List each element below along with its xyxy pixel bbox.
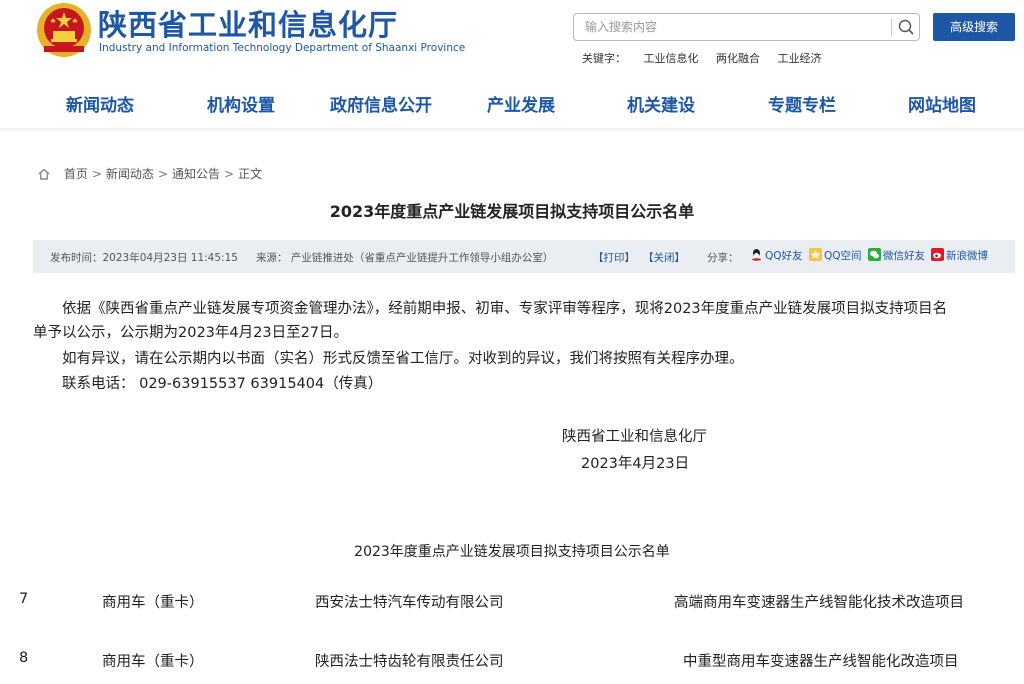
industry-chain: 商用车（重卡）: [102, 595, 204, 611]
contact-phone: 联系电话： 029-63915537 63915404（传真）: [62, 376, 383, 392]
breadcrumb: 首页 > 新闻动态 > 通知公告 > 正文: [38, 165, 262, 182]
wechat-icon: [868, 248, 881, 261]
search-box: [573, 13, 920, 41]
share-weibo-label: 新浪微博: [946, 250, 988, 262]
nav-item-sitemap[interactable]: 网站地图: [908, 91, 976, 116]
keyword-link[interactable]: 两化融合: [716, 52, 760, 65]
nav-divider: [0, 128, 1024, 134]
keyword-link[interactable]: 工业经济: [778, 52, 822, 65]
nav-item-topics[interactable]: 专题专栏: [768, 91, 836, 116]
advanced-search-button[interactable]: 高级搜索: [933, 13, 1015, 41]
row-number: 7: [19, 591, 29, 607]
company-name: 陕西法士特齿轮有限责任公司: [315, 654, 504, 670]
home-icon: [38, 168, 50, 180]
print-link[interactable]: 【打印】: [593, 250, 635, 265]
share-qq-friend[interactable]: QQ好友: [750, 248, 803, 264]
main-nav: 新闻动态 机构设置 政府信息公开 产业发展 机关建设 专题专栏 网站地图: [0, 88, 1024, 129]
row-number: 8: [19, 650, 29, 666]
qzone-icon: [809, 248, 822, 261]
project-name: 中重型商用车变速器生产线智能化改造项目: [683, 654, 959, 670]
share-wechat-label: 微信好友: [883, 250, 925, 262]
share-qzone[interactable]: QQ空间: [809, 248, 862, 264]
publish-time: 发布时间：2023年04月23日 11:45:15: [50, 252, 238, 264]
share-wechat[interactable]: 微信好友: [868, 248, 925, 264]
nav-item-organization[interactable]: 机构设置: [207, 91, 275, 116]
body-paragraph: 如有异议，请在公示期内以书面（实名）形式反馈至省工信厅。对收到的异议，我们将按照…: [62, 351, 744, 367]
signature-org: 陕西省工业和信息化厅: [562, 429, 707, 445]
breadcrumb-current: 正文: [238, 167, 263, 181]
article-source: 来源： 产业链推进处（省重点产业链提升工作领导小组办公室）: [256, 252, 554, 264]
site-subtitle: Industry and Information Technology Depa…: [99, 42, 466, 54]
nav-item-news[interactable]: 新闻动态: [66, 91, 134, 116]
share-qq-friend-label: QQ好友: [765, 250, 803, 262]
body-paragraph: 依据《陕西省重点产业链发展专项资金管理办法》，经前期申报、初审、专家评审等程序，…: [62, 301, 948, 317]
industry-chain: 商用车（重卡）: [102, 654, 204, 670]
site-header: 陕西省工业和信息化厅 Industry and Information Tech…: [0, 0, 1024, 80]
project-name: 高端商用车变速器生产线智能化技术改造项目: [674, 595, 964, 611]
signature-date: 2023年4月23日: [581, 456, 690, 472]
share-label: 分享：: [707, 252, 739, 264]
article-title: 2023年度重点产业链发展项目拟支持项目公示名单: [329, 202, 695, 221]
breadcrumb-home[interactable]: 首页: [64, 167, 88, 181]
share-qzone-label: QQ空间: [824, 250, 862, 262]
close-link[interactable]: 【关闭】: [643, 250, 685, 265]
breadcrumb-notices[interactable]: 通知公告: [172, 167, 220, 181]
nav-item-industry[interactable]: 产业发展: [487, 91, 555, 116]
search-input[interactable]: [575, 15, 887, 39]
site-title: 陕西省工业和信息化厅: [98, 8, 399, 42]
search-keywords: 关键字： 工业信息化 两化融合 工业经济: [582, 50, 836, 66]
article-meta-bar: 发布时间：2023年04月23日 11:45:15 来源： 产业链推进处（省重点…: [33, 240, 1015, 273]
nav-item-gov-info[interactable]: 政府信息公开: [330, 91, 432, 116]
keyword-link[interactable]: 工业信息化: [644, 52, 699, 65]
table-title: 2023年度重点产业链发展项目拟支持项目公示名单: [354, 544, 670, 560]
body-paragraph: 单予以公示，公示期为2023年4月23日至27日。: [33, 325, 349, 341]
share-weibo[interactable]: 新浪微博: [931, 248, 988, 264]
company-name: 西安法士特汽车传动有限公司: [315, 595, 504, 611]
breadcrumb-news[interactable]: 新闻动态: [106, 167, 154, 181]
search-icon[interactable]: [893, 14, 919, 40]
national-emblem-icon: [37, 3, 91, 57]
nav-item-party-building[interactable]: 机关建设: [627, 91, 695, 116]
qq-icon: [752, 249, 761, 261]
search-divider: [891, 19, 892, 36]
keywords-label: 关键字：: [582, 52, 626, 65]
weibo-icon: [931, 248, 944, 261]
